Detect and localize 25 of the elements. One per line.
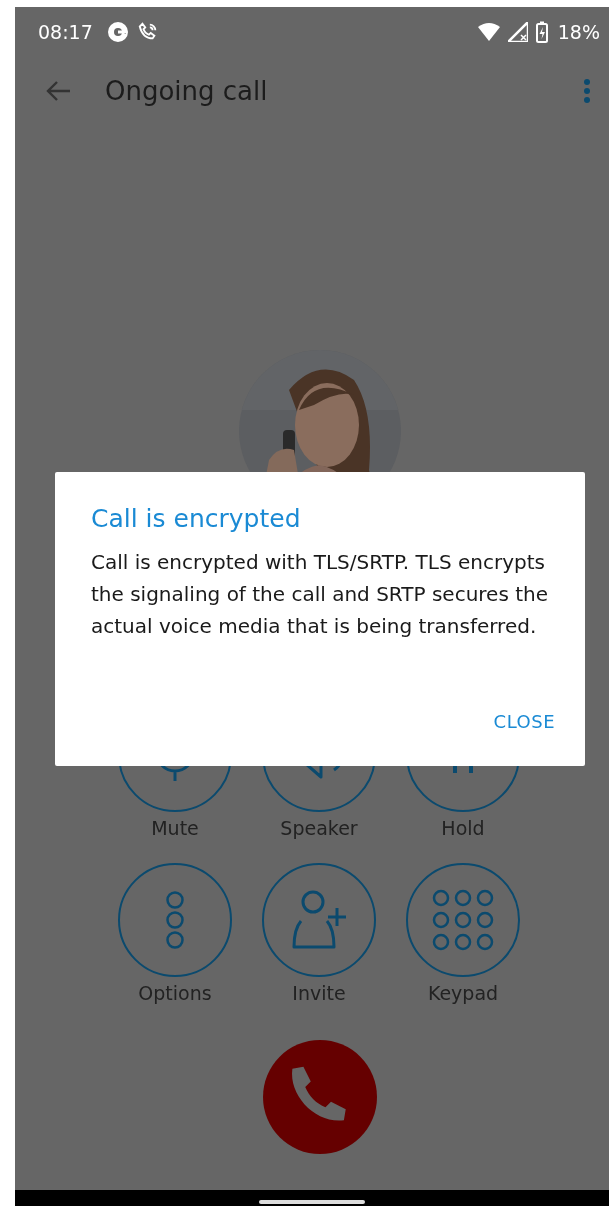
- dialog-title: Call is encrypted: [91, 503, 302, 535]
- close-button[interactable]: CLOSE: [493, 707, 555, 736]
- control-label: Keypad: [427, 981, 499, 1006]
- call-control-button[interactable]: [118, 863, 232, 977]
- signal-icon: [507, 22, 528, 42]
- control-label: Invite: [292, 981, 346, 1006]
- more-menu-icon[interactable]: [583, 78, 591, 104]
- add-person-icon: [291, 889, 347, 951]
- control-label: Speaker: [280, 816, 358, 841]
- call-control-button[interactable]: [262, 863, 376, 977]
- back-arrow-icon[interactable]: [45, 80, 71, 102]
- battery-percentage: 18%: [557, 21, 600, 43]
- keypad-icon: [431, 888, 495, 952]
- home-handle[interactable]: [259, 1200, 365, 1204]
- status-time: 08:17: [38, 21, 93, 43]
- control-label: Hold: [441, 816, 485, 841]
- dialog-message: Call is encrypted with TLS/SRTP. TLS encrypts the signaling of the call and SRTP secures the actual voice media that is being transferred.: [91, 549, 549, 640]
- screen-title: Ongoing call: [105, 76, 268, 106]
- wifi-icon: [477, 23, 500, 41]
- control-label: Options: [138, 981, 212, 1006]
- battery-icon: [535, 21, 548, 43]
- control-label: Mute: [151, 816, 199, 841]
- call-control-button[interactable]: [406, 863, 520, 977]
- three-circles-icon: [165, 890, 185, 950]
- g-logo-icon: [106, 21, 129, 43]
